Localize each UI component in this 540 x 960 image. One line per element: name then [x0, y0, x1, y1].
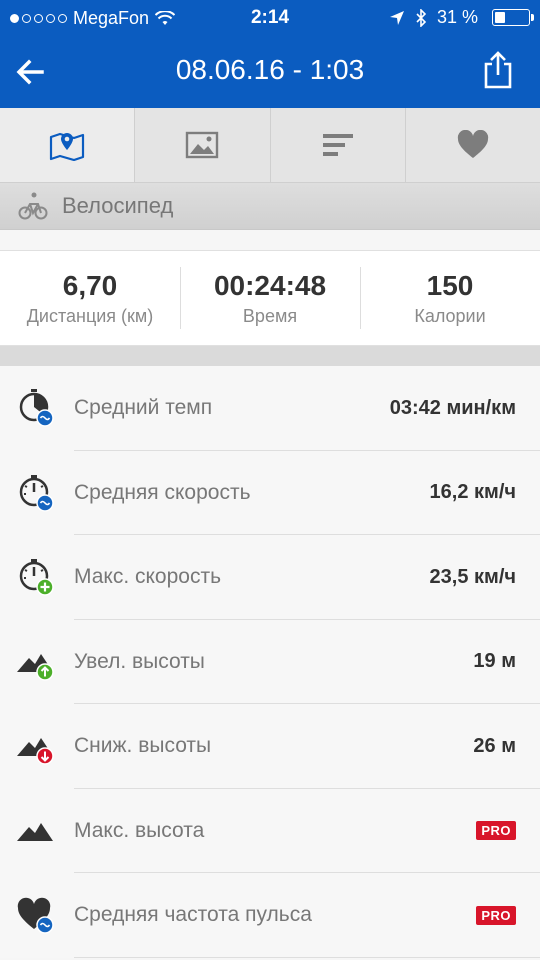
stat-row-avg-pace[interactable]: Средний темп 03:42 мин/км [0, 366, 540, 451]
share-button[interactable] [482, 50, 514, 90]
stat-value: 16,2 км/ч [429, 481, 516, 504]
calories-value: 150 [426, 269, 474, 301]
stat-label: Средняя скорость [74, 480, 251, 504]
pro-badge[interactable]: PRO [476, 905, 516, 925]
distance-value: 6,70 [62, 269, 118, 301]
stat-value: 03:42 мин/км [389, 396, 516, 419]
pro-badge[interactable]: PRO [476, 821, 516, 841]
elevation-loss-icon [17, 738, 54, 765]
tab-heart[interactable] [406, 108, 540, 182]
duration-value: 00:24:48 [213, 269, 327, 301]
bar-list-icon [322, 134, 353, 156]
status-right: 31 % [389, 7, 534, 28]
summary-panel: 6,70 Дистанция (км) 00:24:48 Время 150 К… [0, 250, 540, 346]
tab-photos[interactable] [135, 108, 271, 182]
stat-label: Макс. высота [74, 818, 205, 842]
stat-row-elevation-gain[interactable]: Увел. высоты 19 м [0, 620, 540, 705]
heart-rate-icon [17, 898, 54, 934]
battery-percent: 31 % [436, 7, 478, 27]
bicycle-icon [18, 192, 48, 220]
summary-calories: 150 Калории [360, 251, 540, 345]
stat-row-avg-heart-rate[interactable]: Средняя частота пульса PRO [0, 873, 540, 958]
stat-label: Макс. скорость [74, 565, 222, 589]
location-arrow-icon [389, 10, 404, 25]
stat-label: Увел. высоты [74, 649, 205, 673]
stat-label: Сниж. высоты [74, 734, 212, 758]
tab-map[interactable] [0, 108, 136, 182]
summary-distance: 6,70 Дистанция (км) [0, 251, 180, 345]
elevation-gain-icon [17, 653, 54, 681]
share-icon [484, 51, 512, 89]
page-title: 08.06.16 - 1:03 [175, 54, 365, 85]
stat-label: Средний темп [74, 396, 213, 420]
stat-value: 23,5 км/ч [429, 565, 516, 588]
stats-list: Средний темп 03:42 мин/км Средняя скорос… [0, 366, 540, 958]
speedometer-avg-icon [19, 474, 54, 512]
header: MegaFon 2:14 31 % 08.06.16 - 1:03 [0, 0, 540, 108]
stat-row-max-altitude[interactable]: Макс. высота PRO [0, 789, 540, 874]
speedometer-max-icon [19, 559, 54, 596]
stat-row-max-speed[interactable]: Макс. скорость 23,5 км/ч [0, 535, 540, 620]
distance-label: Дистанция (км) [26, 305, 154, 326]
nav-bar: 08.06.16 - 1:03 [0, 36, 540, 108]
stat-value: 26 м [473, 734, 516, 757]
tab-stats[interactable] [271, 108, 406, 182]
mountain-icon [17, 822, 53, 841]
calories-label: Калории [414, 305, 486, 326]
stat-value: 19 м [473, 650, 516, 673]
section-divider [0, 346, 540, 366]
summary-duration: 00:24:48 Время [180, 251, 360, 345]
stat-row-elevation-loss[interactable]: Сниж. высоты 26 м [0, 704, 540, 789]
status-bar: MegaFon 2:14 31 % [0, 0, 540, 36]
heart-icon [457, 130, 488, 158]
pace-clock-icon [19, 389, 54, 427]
stat-row-avg-speed[interactable]: Средняя скорость 16,2 км/ч [0, 451, 540, 536]
tab-bar [0, 108, 540, 183]
activity-type-label: Велосипед [62, 193, 174, 218]
duration-label: Время [242, 305, 298, 326]
stat-label: Средняя частота пульса [74, 903, 312, 927]
image-icon [186, 131, 219, 159]
bluetooth-icon [416, 8, 427, 27]
battery-icon [492, 9, 534, 26]
activity-type-row[interactable]: Велосипед [0, 183, 540, 230]
map-icon [50, 132, 85, 161]
